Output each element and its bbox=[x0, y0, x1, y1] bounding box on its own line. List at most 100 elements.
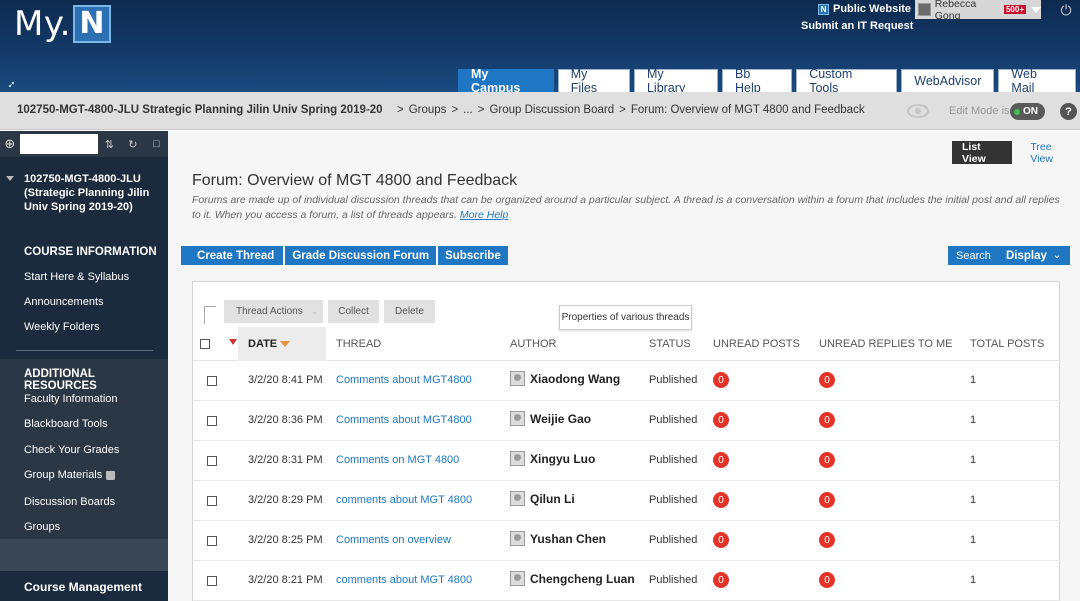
sidebar-item-faculty-information[interactable]: Faculty Information bbox=[24, 393, 118, 405]
unread-replies-cell[interactable]: 0 bbox=[819, 452, 835, 468]
sort-icon[interactable]: ⇅ bbox=[98, 138, 121, 151]
column-status[interactable]: STATUS bbox=[649, 338, 691, 350]
tab-web-mail[interactable]: Web Mail bbox=[998, 67, 1076, 95]
my-n-logo[interactable]: My. N bbox=[14, 4, 111, 44]
list-view-button[interactable]: List View bbox=[952, 141, 1013, 165]
row-checkbox[interactable] bbox=[207, 376, 217, 386]
section-additional-resources: ADDITIONAL RESOURCES bbox=[24, 368, 97, 392]
sidebar-item-discussion-boards[interactable]: Discussion Boards bbox=[24, 496, 115, 508]
select-all-checkbox[interactable] bbox=[200, 339, 210, 349]
public-website-link[interactable]: N Public Website bbox=[818, 3, 911, 15]
unread-posts-cell[interactable]: 0 bbox=[713, 412, 729, 428]
help-button[interactable]: ? bbox=[1060, 103, 1077, 120]
thread-link[interactable]: Comments about MGT4800 bbox=[336, 374, 472, 386]
link-icon[interactable]: ↔ bbox=[1, 74, 19, 92]
flag-icon[interactable] bbox=[229, 339, 237, 345]
create-thread-button[interactable]: Create Thread bbox=[181, 246, 284, 265]
display-menu-button[interactable]: Display ⌄ bbox=[998, 246, 1070, 265]
thread-author[interactable]: Qilun Li bbox=[510, 491, 575, 506]
user-menu[interactable]: Rebecca Gong 500+ bbox=[915, 0, 1041, 22]
tab-bb-help[interactable]: Bb Help bbox=[721, 67, 793, 95]
thread-actions-button[interactable]: Thread Actions ⌄ bbox=[224, 300, 323, 323]
sidebar-item-check-grades[interactable]: Check Your Grades bbox=[24, 444, 119, 456]
thread-author[interactable]: Xiaodong Wang bbox=[510, 371, 620, 386]
unread-badge: 0 bbox=[713, 372, 729, 388]
tab-my-library[interactable]: My Library bbox=[633, 67, 718, 95]
status-text: Published bbox=[649, 574, 698, 586]
avatar bbox=[510, 571, 525, 586]
thread-author[interactable]: Yushan Chen bbox=[510, 531, 606, 546]
total-posts: 1 bbox=[970, 454, 977, 466]
course-menu: ⊕ ⇅ ↻ □ 102750-MGT-4800-JLU (Strategic P… bbox=[0, 131, 168, 601]
sidebar-item-group-materials[interactable]: Group Materials bbox=[24, 469, 116, 481]
thread-link[interactable]: comments about MGT 4800 bbox=[336, 494, 472, 506]
thread-link[interactable]: Comments on overview bbox=[336, 534, 451, 546]
delete-button[interactable]: Delete bbox=[384, 300, 435, 323]
edit-mode-toggle[interactable]: ON bbox=[1010, 103, 1045, 120]
thread-date: 3/2/20 8:21 PM bbox=[248, 574, 323, 586]
row-checkbox[interactable] bbox=[207, 456, 217, 466]
caret-down-icon bbox=[1031, 6, 1041, 13]
row-checkbox[interactable] bbox=[207, 576, 217, 586]
unread-replies-cell[interactable]: 0 bbox=[819, 572, 835, 588]
breadcrumb-groups[interactable]: Groups bbox=[409, 104, 447, 116]
course-management-title[interactable]: Course Management bbox=[24, 580, 142, 594]
thread-link[interactable]: comments about MGT 4800 bbox=[336, 574, 472, 586]
sidebar-item-announcements[interactable]: Announcements bbox=[24, 296, 104, 308]
unread-posts-cell[interactable]: 0 bbox=[713, 372, 729, 388]
tab-my-files[interactable]: My Files bbox=[557, 67, 630, 95]
unread-replies-cell[interactable]: 0 bbox=[819, 412, 835, 428]
tab-my-campus[interactable]: My Campus bbox=[458, 67, 554, 95]
collect-button[interactable]: Collect bbox=[328, 300, 379, 323]
power-icon[interactable]: ⏻ bbox=[1052, 0, 1080, 20]
column-unread-replies[interactable]: UNREAD REPLIES TO ME bbox=[819, 338, 952, 350]
sidebar-item-blackboard-tools[interactable]: Blackboard Tools bbox=[24, 418, 108, 430]
column-date[interactable]: DATE bbox=[248, 338, 291, 350]
collapse-arrow-icon[interactable] bbox=[6, 176, 14, 181]
sidebar-item-start-here[interactable]: Start Here & Syllabus bbox=[24, 271, 129, 283]
course-breadcrumb[interactable]: 102750-MGT-4800-JLU Strategic Planning J… bbox=[17, 104, 383, 116]
more-help-link[interactable]: More Help bbox=[460, 209, 508, 221]
window-icon[interactable]: □ bbox=[145, 138, 168, 150]
menu-search-input[interactable] bbox=[19, 134, 98, 154]
total-posts: 1 bbox=[970, 414, 977, 426]
avatar bbox=[510, 451, 525, 466]
eye-icon[interactable] bbox=[907, 104, 929, 118]
it-request-link[interactable]: Submit an IT Request bbox=[801, 20, 913, 32]
column-unread-posts[interactable]: UNREAD POSTS bbox=[713, 338, 800, 350]
column-thread[interactable]: THREAD bbox=[336, 338, 381, 350]
thread-author[interactable]: Xingyu Luo bbox=[510, 451, 595, 466]
tab-webadvisor[interactable]: WebAdvisor bbox=[901, 69, 995, 92]
table-row: 3/2/20 8:29 PM comments about MGT 4800 Q… bbox=[193, 481, 1061, 521]
sidebar-item-groups[interactable]: Groups bbox=[24, 521, 60, 533]
tree-view-link[interactable]: Tree View bbox=[1012, 141, 1080, 165]
sidebar-item-weekly-folders[interactable]: Weekly Folders bbox=[24, 321, 100, 333]
thread-author[interactable]: Chengcheng Luan bbox=[510, 571, 635, 586]
refresh-icon[interactable]: ↻ bbox=[121, 138, 144, 151]
course-title[interactable]: 102750-MGT-4800-JLU (Strategic Planning … bbox=[24, 172, 159, 214]
unread-posts-cell[interactable]: 0 bbox=[713, 492, 729, 508]
row-checkbox[interactable] bbox=[207, 416, 217, 426]
unread-posts-cell[interactable]: 0 bbox=[713, 532, 729, 548]
thread-link[interactable]: Comments on MGT 4800 bbox=[336, 454, 459, 466]
search-button[interactable]: Search bbox=[948, 246, 999, 265]
unread-posts-cell[interactable]: 0 bbox=[713, 452, 729, 468]
chevron-down-icon[interactable]: ⌄ bbox=[362, 103, 370, 114]
row-checkbox[interactable] bbox=[207, 496, 217, 506]
breadcrumb-group-discussion-board[interactable]: Group Discussion Board bbox=[489, 104, 614, 116]
thread-author[interactable]: Weijie Gao bbox=[510, 411, 591, 426]
subscribe-button[interactable]: Subscribe bbox=[438, 246, 508, 265]
tab-custom-tools[interactable]: Custom Tools bbox=[796, 67, 898, 95]
grade-discussion-forum-button[interactable]: Grade Discussion Forum bbox=[285, 246, 437, 265]
unread-replies-cell[interactable]: 0 bbox=[819, 372, 835, 388]
unread-posts-cell[interactable]: 0 bbox=[713, 572, 729, 588]
unread-replies-cell[interactable]: 0 bbox=[819, 492, 835, 508]
column-total-posts[interactable]: TOTAL POSTS bbox=[970, 338, 1044, 350]
row-checkbox[interactable] bbox=[207, 536, 217, 546]
add-menu-item-icon[interactable]: ⊕ bbox=[0, 136, 20, 152]
thread-link[interactable]: Comments about MGT4800 bbox=[336, 414, 472, 426]
unread-replies-cell[interactable]: 0 bbox=[819, 532, 835, 548]
column-author[interactable]: AUTHOR bbox=[510, 338, 556, 350]
unread-badge: 0 bbox=[713, 412, 729, 428]
breadcrumb-ellipsis[interactable]: ... bbox=[463, 104, 473, 116]
